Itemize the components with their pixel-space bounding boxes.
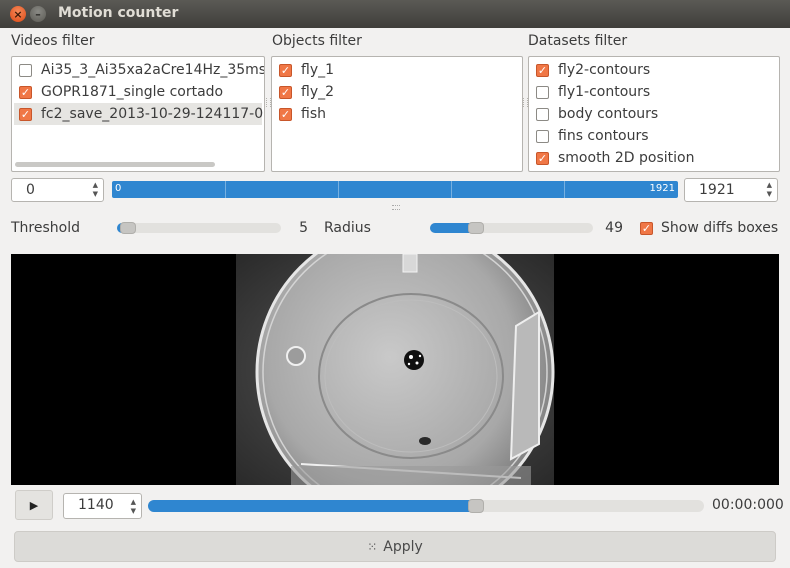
close-icon[interactable]: × (10, 6, 26, 22)
range-end-value: 1921 (699, 182, 735, 198)
playback-progress-fill (148, 500, 476, 512)
threshold-slider[interactable] (117, 222, 281, 234)
objects-filter-item[interactable]: ✓ fish (274, 103, 520, 125)
checkbox-checked[interactable]: ✓ (536, 151, 549, 165)
spin-arrows-icon[interactable]: ▲ ▼ (131, 498, 136, 516)
checkbox-unchecked[interactable] (536, 107, 549, 121)
grid-icon: ⁙ (367, 539, 378, 554)
datasets-filter-list[interactable]: ✓ fly2-contours fly1-contours body conto… (528, 56, 780, 172)
window-title: Motion counter (58, 5, 179, 21)
playback-time: 00:00:000 (712, 497, 784, 513)
checkbox-unchecked[interactable] (536, 129, 549, 143)
checkbox-checked[interactable]: ✓ (19, 85, 32, 99)
objects-filter-item-label: fly_1 (301, 62, 335, 78)
videos-filter-item[interactable]: Ai35_3_Ai35xa2aCre14Hz_35ms_l (14, 59, 265, 81)
objects-filter-item[interactable]: ✓ fly_1 (274, 59, 520, 81)
checkbox-checked[interactable]: ✓ (536, 63, 549, 77)
datasets-filter-item-label: fly2-contours (558, 62, 651, 78)
playback-progress-handle[interactable] (468, 499, 484, 513)
radius-slider[interactable] (430, 222, 593, 234)
checkbox-unchecked[interactable] (536, 85, 549, 99)
checkbox-checked[interactable]: ✓ (640, 221, 653, 235)
spin-arrows-icon[interactable]: ▲ ▼ (767, 181, 772, 199)
play-button[interactable]: ▶ (15, 490, 53, 520)
range-bar-min-label: 0 (115, 183, 122, 194)
apply-label: Apply (383, 538, 423, 555)
radius-slider-handle[interactable] (468, 222, 484, 234)
datasets-filter-label: Datasets filter (528, 33, 628, 49)
datasets-filter-item[interactable]: fins contours (531, 125, 777, 147)
show-diffs-checkbox[interactable]: ✓ Show diffs boxes (638, 220, 778, 236)
range-start-value: 0 (26, 182, 35, 198)
videos-filter-item-label: fc2_save_2013-10-29-124117-000 (41, 106, 265, 122)
objects-filter-item-label: fish (301, 106, 326, 122)
radius-label: Radius (324, 220, 371, 236)
objects-filter-label: Objects filter (272, 33, 362, 49)
datasets-filter-item-label: fly1-contours (558, 84, 651, 100)
datasets-filter-item[interactable]: ✓ smooth 2D position (531, 147, 777, 169)
datasets-filter-item[interactable]: fly1-contours (531, 81, 777, 103)
checkbox-unchecked[interactable] (19, 63, 32, 77)
range-start-spinbox[interactable]: 0 ▲ ▼ (11, 178, 104, 202)
frame-value: 1140 (78, 497, 114, 513)
minimize-icon[interactable]: – (30, 6, 46, 22)
range-tick (564, 181, 565, 198)
checkbox-checked[interactable]: ✓ (279, 63, 292, 77)
checkbox-checked[interactable]: ✓ (279, 85, 292, 99)
videos-filter-item-label: Ai35_3_Ai35xa2aCre14Hz_35ms_l (41, 62, 265, 78)
range-end-spinbox[interactable]: 1921 ▲ ▼ (684, 178, 778, 202)
horizontal-scrollbar[interactable] (15, 162, 215, 167)
threshold-slider-handle[interactable] (120, 222, 136, 234)
checkbox-checked[interactable]: ✓ (279, 107, 292, 121)
range-tick (451, 181, 452, 198)
title-bar: × – Motion counter (0, 0, 790, 28)
play-icon: ▶ (29, 498, 39, 512)
threshold-value: 5 (299, 220, 308, 236)
videos-filter-item[interactable]: ✓ fc2_save_2013-10-29-124117-000 (14, 103, 265, 125)
video-image (236, 254, 555, 485)
objects-filter-item[interactable]: ✓ fly_2 (274, 81, 520, 103)
objects-filter-item-label: fly_2 (301, 84, 335, 100)
datasets-filter-item[interactable]: ✓ fly2-contours (531, 59, 777, 81)
objects-filter-list[interactable]: ✓ fly_1 ✓ fly_2 ✓ fish (271, 56, 523, 172)
frame-range-slider[interactable]: 0 1921 (112, 181, 678, 198)
splitter-handle[interactable] (392, 205, 400, 210)
frame-spinbox[interactable]: 1140 ▲ ▼ (63, 493, 142, 519)
checkbox-checked[interactable]: ✓ (19, 107, 32, 121)
videos-filter-label: Videos filter (11, 33, 95, 49)
range-bar-max-label: 1921 (649, 183, 675, 194)
datasets-filter-item-label: body contours (558, 106, 659, 122)
datasets-filter-item-label: fins contours (558, 128, 649, 144)
videos-filter-list[interactable]: Ai35_3_Ai35xa2aCre14Hz_35ms_l ✓ GOPR1871… (11, 56, 265, 172)
range-tick (225, 181, 226, 198)
playback-progress-slider[interactable] (148, 499, 704, 513)
show-diffs-label: Show diffs boxes (661, 220, 779, 236)
datasets-filter-item[interactable]: body contours (531, 103, 777, 125)
video-frame[interactable] (11, 254, 779, 485)
apply-button[interactable]: ⁙ Apply (14, 531, 776, 562)
radius-value: 49 (605, 220, 623, 236)
videos-filter-item[interactable]: ✓ GOPR1871_single cortado (14, 81, 262, 103)
threshold-label: Threshold (11, 220, 80, 236)
spin-arrows-icon[interactable]: ▲ ▼ (93, 181, 98, 199)
datasets-filter-item-label: smooth 2D position (558, 150, 695, 166)
range-tick (338, 181, 339, 198)
videos-filter-item-label: GOPR1871_single cortado (41, 84, 224, 100)
